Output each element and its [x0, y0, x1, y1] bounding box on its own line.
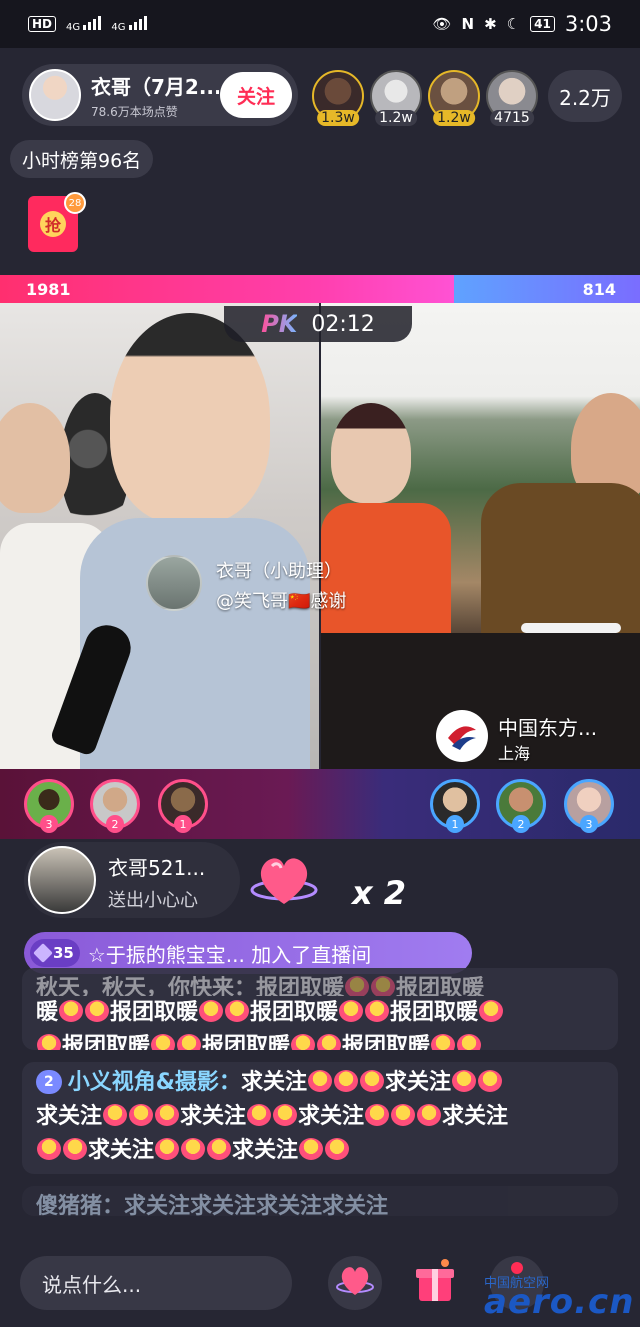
- chat-text: 暖报团取暖 报团取暖 报团取暖: [36, 996, 604, 1030]
- hd-indicator: HD: [28, 16, 57, 32]
- level-badge: 2: [36, 1070, 62, 1094]
- gift-sender-name: 衣哥521...: [108, 856, 206, 880]
- opponent-video[interactable]: [321, 303, 640, 769]
- follow-button[interactable]: 关注: [220, 72, 292, 118]
- chat-list[interactable]: 秋天，秋天，你快来：报团取暖 报团取暖 暖报团取暖 报团取暖 报团取暖 报团取暖 报团取…: [22, 968, 618, 1228]
- battery-icon: 41: [530, 16, 555, 32]
- red-packet-count: 28: [64, 192, 86, 214]
- opponent-name: 中国东方...: [498, 716, 598, 740]
- chat-text: 秋天，秋天，你快来：报团取暖 报团取暖: [36, 976, 485, 996]
- red-packet-icon: 抢: [40, 211, 66, 237]
- chat-message[interactable]: 秋天，秋天，你快来：报团取暖 报团取暖 暖报团取暖 报团取暖 报团取暖 报团取暖 报团取…: [22, 968, 618, 1050]
- host-video[interactable]: [0, 303, 319, 769]
- chat-message[interactable]: 傻猪猪：求关注求关注求关注求关注: [22, 1186, 618, 1216]
- supporter-avatar[interactable]: 2: [90, 779, 140, 833]
- gift-box-icon: [411, 1257, 459, 1309]
- pk-left-score: 1981: [0, 275, 454, 303]
- pk-logo: PK: [261, 310, 298, 338]
- moon-icon: ☾: [506, 15, 521, 33]
- viewer-avatar[interactable]: 1.2w: [370, 70, 422, 126]
- status-bar: HD 4G 4G 👁 N ✱ ☾ 41 3:03: [0, 0, 640, 48]
- chat-text: 傻猪猪：求关注求关注求关注求关注: [36, 1194, 389, 1216]
- opponent-anchor[interactable]: 中国东方... 上海: [436, 708, 636, 764]
- join-text: ☆于振的熊宝宝... 加入了直播间: [87, 942, 372, 967]
- chat-text: 求关注 求关注 求关注 求关注: [36, 1104, 509, 1129]
- gift-action: 送出小心心: [108, 890, 198, 911]
- clock: 3:03: [564, 12, 612, 36]
- viewer-avatar[interactable]: 1.2w: [428, 70, 480, 126]
- eye-icon: 👁: [432, 15, 452, 33]
- host-info[interactable]: 衣哥（7月2... 78.6万本场点赞 关注: [22, 64, 298, 126]
- supporter-avatar[interactable]: 3: [24, 779, 74, 833]
- pk-right-score: 814: [454, 275, 640, 303]
- person-host: [110, 313, 270, 523]
- hourly-rank[interactable]: 小时榜第96名: [10, 140, 154, 178]
- person-left: [0, 403, 70, 513]
- heart-icon: [335, 1263, 375, 1303]
- chat-nickname[interactable]: 小义视角&摄影：: [68, 1070, 241, 1095]
- airplane-model: [521, 623, 621, 633]
- level-badge: 35: [30, 939, 80, 967]
- host-likes: 78.6万本场点赞: [91, 104, 178, 119]
- gift-notification: 衣哥521... 送出小心心: [24, 842, 240, 918]
- heart-gift-icon: [250, 850, 318, 912]
- assistant-thanks: @笑飞哥🇨🇳感谢: [216, 591, 347, 612]
- chat-message[interactable]: 2 小义视角&摄影：求关注 求关注 求关注 求关注 求关注 求关注 求关注 求关注: [22, 1062, 618, 1174]
- pk-timer: PK 02:12: [224, 306, 412, 342]
- supporter-avatar[interactable]: 1: [430, 779, 480, 833]
- pk-supporters: 3 2 1 1 2 3: [0, 769, 640, 839]
- shirt-man: [481, 483, 640, 643]
- supporter-avatar[interactable]: 2: [496, 779, 546, 833]
- viewer-count[interactable]: 2.2万: [548, 70, 622, 122]
- host-avatar[interactable]: [29, 69, 81, 121]
- watermark-logo: 中国航空网 aero.cn: [484, 1276, 635, 1322]
- person-woman: [331, 403, 411, 503]
- chat-text: 2 小义视角&摄影：求关注 求关注: [36, 1066, 604, 1100]
- gem-icon: [33, 943, 53, 963]
- nfc-icon: N: [461, 15, 475, 33]
- viewer-avatar[interactable]: 4715: [486, 70, 538, 126]
- pk-score-bar: 1981 814: [0, 275, 640, 303]
- red-packet-button[interactable]: 抢 28: [28, 192, 86, 252]
- gift-combo-count: x 2: [352, 874, 407, 912]
- chat-text: 求关注 求关注: [36, 1134, 604, 1168]
- assistant-title: 衣哥（小助理）: [216, 561, 342, 582]
- china-eastern-logo[interactable]: [436, 710, 488, 762]
- gift-button[interactable]: [408, 1256, 462, 1310]
- chat-text: 报团取暖 报团取暖 报团取暖: [36, 1030, 604, 1050]
- host-name: 衣哥（7月2...: [91, 74, 219, 99]
- gift-sender-avatar[interactable]: [28, 846, 96, 914]
- signal-icon: 4G: [66, 15, 102, 33]
- assistant-overlay[interactable]: 衣哥（小助理） @笑飞哥🇨🇳感谢: [146, 555, 382, 613]
- pk-time: 02:12: [311, 311, 375, 337]
- assistant-avatar[interactable]: [146, 555, 202, 611]
- viewer-avatar[interactable]: 1.3w: [312, 70, 364, 126]
- bluetooth-icon: ✱: [484, 15, 497, 33]
- like-button[interactable]: [328, 1256, 382, 1310]
- opponent-location: 上海: [498, 744, 531, 763]
- comment-input[interactable]: 说点什么...: [20, 1256, 292, 1310]
- signal-icon: 4G: [111, 15, 147, 33]
- supporter-avatar[interactable]: 1: [158, 779, 208, 833]
- supporter-avatar[interactable]: 3: [564, 779, 614, 833]
